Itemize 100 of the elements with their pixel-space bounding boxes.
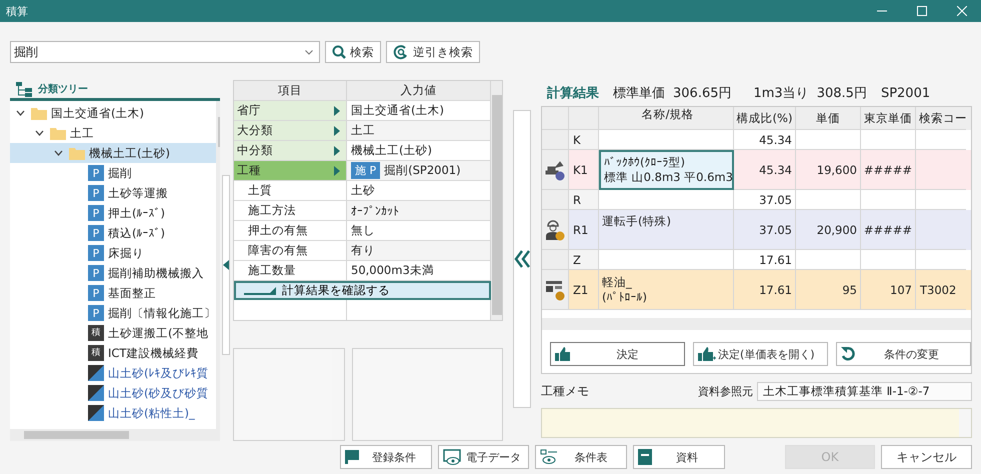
link-icon (88, 385, 104, 401)
tree-item[interactable]: 山土砂(砂及び砂質 (10, 383, 216, 403)
double-chevron-icon (514, 250, 530, 268)
expand-caret-icon[interactable] (54, 150, 63, 156)
scrollbar[interactable] (10, 429, 220, 441)
refresh-icon (841, 347, 855, 361)
tree-item[interactable]: 積 土砂運搬工(不整地 (10, 323, 216, 343)
search-field[interactable]: 掘削 (10, 41, 320, 63)
source-label: 資料参照元 (698, 384, 753, 398)
folder-icon (50, 126, 66, 140)
condition-value[interactable]: 施 P 掘削(SP2001) (347, 161, 491, 181)
standard-price-label: 標準単価 (613, 85, 665, 102)
thumbs-up-icon (555, 347, 573, 361)
condition-label: 土質 (234, 181, 347, 201)
item-badge: P (88, 305, 104, 321)
maximize-icon[interactable] (917, 6, 927, 16)
item-badge: P (88, 245, 104, 261)
condition-label: 施工数量 (234, 261, 347, 281)
column-header: 入力値 (347, 81, 491, 101)
tree-item[interactable]: 国土交通省(土木) (10, 103, 216, 123)
tree-title: 分類ツリー (38, 82, 88, 96)
item-badge: P (88, 185, 104, 201)
price-cell: 95 (796, 270, 861, 310)
worker-icon (545, 218, 565, 240)
excavator-icon (545, 158, 565, 180)
condition-label: 中分類 (234, 141, 347, 161)
arrow-icon (244, 286, 276, 294)
column-header: 項目 (234, 81, 347, 101)
tree-item[interactable]: 山土砂(ﾚｷ及びﾚｷ質 (10, 363, 216, 383)
search-code-cell: T3002 (916, 270, 966, 310)
condition-label: 省庁 (234, 101, 347, 121)
code-cell: Z1 (569, 270, 599, 310)
expand-caret-icon[interactable] (35, 130, 44, 136)
tree-item[interactable]: P 掘削補助機械搬入 (10, 263, 216, 283)
decide-button[interactable]: 決定 (550, 342, 685, 366)
folder-icon (69, 146, 85, 160)
condition-value[interactable]: 土工 (347, 121, 491, 141)
estimate-badge: 積 (88, 325, 104, 341)
condition-value[interactable]: ｵｰﾌﾟﾝｶｯﾄ (347, 201, 491, 221)
tree-item[interactable]: P 土砂等運搬 (10, 183, 216, 203)
dropdown-icon (305, 50, 313, 54)
tokyo-price-cell: 107 (861, 270, 916, 310)
window-title: 積算 (6, 4, 28, 18)
collapse-panel-button[interactable] (222, 175, 230, 355)
memo-field[interactable] (541, 408, 972, 438)
scrollbar[interactable] (491, 81, 502, 320)
condition-label: 大分類 (234, 121, 347, 141)
register-conditions-button[interactable]: 登録条件 (340, 445, 432, 469)
code-cell: K (569, 130, 599, 150)
tree-item[interactable]: 機械土工(土砂) (10, 143, 216, 163)
tree-item[interactable]: P 基面整正 (10, 283, 216, 303)
code-text: SP2001 (880, 86, 930, 100)
expand-caret-icon[interactable] (16, 110, 25, 116)
search-icon (332, 45, 346, 59)
tree-item[interactable]: P 積込(ﾙｰｽﾞ) (10, 223, 216, 243)
materials-button[interactable]: 資料 (633, 445, 725, 469)
name-cell: 軽油_ (ﾊﾟﾄﾛｰﾙ) (599, 270, 734, 310)
flag-icon (345, 450, 359, 464)
tree-item[interactable]: P 掘削〔情報化施工〕 (10, 303, 216, 323)
result-title: 計算結果 (547, 84, 599, 102)
scrollbar[interactable] (542, 318, 971, 330)
reverse-search-button[interactable]: 逆引き検索 (386, 41, 480, 63)
item-badge: P (88, 165, 104, 181)
condition-label: 障害の有無 (234, 241, 347, 261)
tree-item[interactable]: P 押土(ﾙｰｽﾞ) (10, 203, 216, 223)
search-button[interactable]: 検索 (325, 41, 381, 63)
estimate-badge: 積 (88, 345, 104, 361)
confirm-result-button[interactable]: 計算結果を確認する (234, 281, 491, 300)
cancel-button[interactable]: キャンセル (881, 445, 972, 469)
construction-badge: 施 P (351, 162, 380, 179)
condition-value[interactable]: 有り (347, 241, 491, 261)
code-cell: Z (569, 250, 599, 270)
link-icon (88, 405, 104, 421)
tree-item[interactable]: P 掘削 (10, 163, 216, 183)
checklist-eye-icon (540, 449, 558, 465)
item-badge: P (88, 265, 104, 281)
change-conditions-button[interactable]: 条件の変更 (836, 342, 971, 366)
name-cell: ﾊﾞｯｸﾎｳ(ｸﾛｰﾗ型) 標準 山0.8m3 平0.6m3 (599, 150, 734, 190)
tree-item[interactable]: 積 ICT建設機械経費 (10, 343, 216, 363)
thumbs-up-icon (698, 347, 716, 361)
folder-icon (31, 106, 47, 120)
code-cell: R (569, 190, 599, 210)
standard-price-value: 306.65円 (673, 85, 732, 102)
decide-open-button[interactable]: 決定(単価表を開く) (693, 342, 828, 366)
condition-table-button[interactable]: 条件表 (535, 445, 628, 469)
link-icon (88, 365, 104, 381)
tree-item[interactable]: 土工 (10, 123, 216, 143)
tree-item[interactable]: P 床掘り (10, 243, 216, 263)
condition-label: 工種 (234, 161, 347, 181)
item-badge: P (88, 225, 104, 241)
close-icon[interactable] (957, 6, 967, 16)
tree-item[interactable]: 山土砂(粘性土)_ (10, 403, 216, 423)
material-icon (545, 278, 565, 300)
collapse-left-icon (223, 260, 229, 270)
ratio-cell: 17.61 (734, 270, 796, 310)
source-field[interactable]: 土木工事標準積算基準 Ⅱ-1-②-7 (757, 382, 972, 400)
memo-label: 工種メモ (541, 382, 589, 400)
per-unit-label: 1m3当り (754, 85, 809, 102)
electronic-data-button[interactable]: 電子データ (438, 445, 530, 469)
book-icon (638, 449, 652, 465)
